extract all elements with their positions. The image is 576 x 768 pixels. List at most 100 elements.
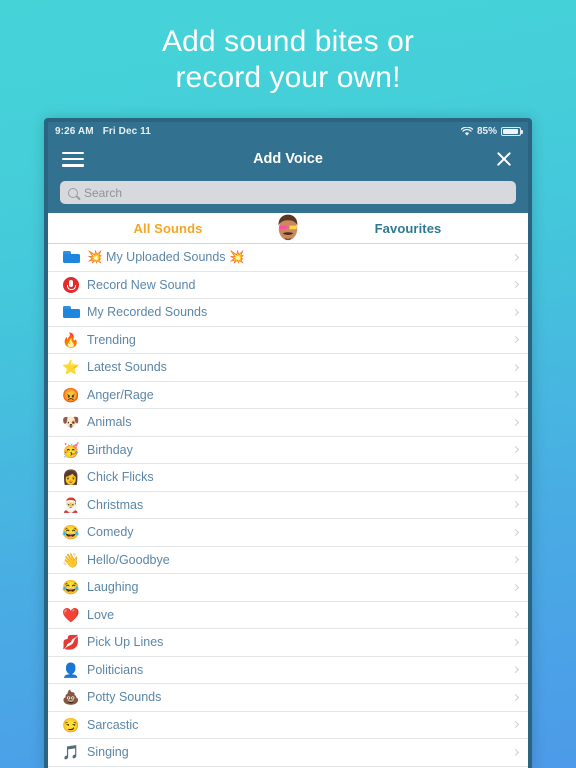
- list-item[interactable]: 🥳 Birthday: [48, 437, 528, 464]
- list-item[interactable]: ❤️ Love: [48, 602, 528, 629]
- list-item-label: Pick Up Lines: [87, 635, 164, 650]
- poop-emoji: 💩: [62, 689, 80, 706]
- folder-icon: [60, 251, 82, 264]
- chevron-right-icon: [511, 446, 520, 454]
- woman-emoji: 👩: [62, 469, 80, 486]
- list-item[interactable]: 🐶 Animals: [48, 409, 528, 437]
- status-bar-left: 9:26 AM Fri Dec 11: [55, 126, 151, 137]
- device-frame: 9:26 AM Fri Dec 11 85% Add Voice Search …: [44, 118, 532, 768]
- microphone-icon: [60, 276, 82, 293]
- user-avatar[interactable]: [275, 213, 301, 243]
- chevron-right-icon: [511, 666, 520, 674]
- kiss-mark-emoji: 💋: [62, 634, 80, 651]
- battery-icon: [501, 126, 523, 136]
- party-face-emoji: 🥳: [62, 441, 80, 458]
- chevron-right-icon: [511, 528, 520, 536]
- list-item[interactable]: 💩 Potty Sounds: [48, 684, 528, 712]
- list-item[interactable]: Record New Sound: [48, 272, 528, 299]
- joy-face-emoji: 😂: [62, 579, 80, 596]
- chevron-right-icon: [511, 611, 520, 619]
- sound-category-list: 💥 My Uploaded Sounds 💥 Record New Sound …: [48, 244, 528, 767]
- chevron-right-icon: [511, 363, 520, 371]
- search-bar[interactable]: [60, 181, 516, 204]
- search-icon: [68, 187, 78, 198]
- list-item[interactable]: 💥 My Uploaded Sounds 💥: [48, 244, 528, 272]
- list-item-label: Politicians: [87, 662, 144, 677]
- list-item-label: My Recorded Sounds: [87, 305, 208, 320]
- list-item-label: Record New Sound: [87, 277, 196, 292]
- list-item-label: Singing: [87, 745, 129, 760]
- waving-hand-emoji: 👋: [62, 551, 80, 568]
- heart-emoji: ❤️: [62, 606, 80, 623]
- list-item-label: Trending: [87, 332, 136, 347]
- chevron-right-icon: [511, 336, 520, 344]
- bust-silhouette-emoji: 👤: [62, 661, 80, 678]
- list-item-label: Latest Sounds: [87, 360, 167, 375]
- list-item[interactable]: 👋 Hello/Goodbye: [48, 547, 528, 574]
- list-item[interactable]: 😂 Laughing: [48, 574, 528, 602]
- list-item-label: 💥 My Uploaded Sounds 💥: [87, 249, 245, 264]
- list-item-label: Sarcastic: [87, 717, 139, 732]
- list-item-label: Birthday: [87, 442, 133, 457]
- chevron-right-icon: [511, 583, 520, 591]
- chevron-right-icon: [511, 418, 520, 426]
- list-item-label: Christmas: [87, 497, 144, 512]
- page-title: Add Voice: [253, 151, 323, 167]
- list-item-label: Animals: [87, 415, 132, 430]
- list-item[interactable]: 🎵 Singing: [48, 739, 528, 767]
- tab-favourites[interactable]: Favourites: [288, 221, 528, 236]
- list-item[interactable]: ⭐ Latest Sounds: [48, 354, 528, 382]
- list-item-label: Hello/Goodbye: [87, 552, 170, 567]
- status-time: 9:26 AM: [55, 125, 94, 137]
- tab-bar: All Sounds Favourites: [48, 213, 528, 244]
- star-emoji: ⭐: [62, 359, 80, 376]
- fire-emoji: 🔥: [62, 331, 80, 348]
- list-item[interactable]: 🔥 Trending: [48, 327, 528, 354]
- chevron-right-icon: [511, 556, 520, 564]
- angry-face-emoji: 😡: [62, 386, 80, 403]
- close-icon[interactable]: [494, 149, 514, 169]
- search-input[interactable]: [84, 185, 508, 200]
- list-item-label: Laughing: [87, 580, 139, 595]
- list-item-label: Anger/Rage: [87, 387, 154, 402]
- smirk-face-emoji: 😏: [62, 716, 80, 733]
- list-item-label: Love: [87, 607, 115, 622]
- tab-all-sounds[interactable]: All Sounds: [48, 221, 288, 236]
- list-item[interactable]: 🎅 Christmas: [48, 492, 528, 519]
- wifi-icon: [460, 126, 473, 136]
- status-date: Fri Dec 11: [102, 125, 151, 137]
- list-item[interactable]: 😏 Sarcastic: [48, 712, 528, 739]
- list-item[interactable]: My Recorded Sounds: [48, 299, 528, 327]
- chevron-right-icon: [511, 748, 520, 756]
- status-bar: 9:26 AM Fri Dec 11 85%: [48, 122, 528, 140]
- list-item[interactable]: 👤 Politicians: [48, 657, 528, 684]
- promo-headline: Add sound bites or record your own!: [0, 24, 576, 96]
- list-item[interactable]: 😡 Anger/Rage: [48, 382, 528, 409]
- battery-percent-label: 85%: [476, 125, 497, 137]
- music-note-emoji: 🎵: [62, 744, 80, 761]
- joy-face-emoji: 😂: [62, 524, 80, 541]
- list-item[interactable]: 😂 Comedy: [48, 519, 528, 547]
- search-bar-container: [48, 178, 528, 213]
- chevron-right-icon: [511, 721, 520, 729]
- chevron-right-icon: [511, 473, 520, 481]
- chevron-right-icon: [511, 253, 520, 261]
- device-screen: 9:26 AM Fri Dec 11 85% Add Voice Search …: [48, 122, 528, 768]
- headline-line-1: Add sound bites or: [162, 25, 414, 58]
- chevron-right-icon: [511, 693, 520, 701]
- list-item-label: Chick Flicks: [87, 470, 154, 485]
- santa-emoji: 🎅: [62, 496, 80, 513]
- dog-face-emoji: 🐶: [62, 414, 80, 431]
- chevron-right-icon: [511, 638, 520, 646]
- hamburger-menu-icon[interactable]: [62, 151, 84, 167]
- headline-line-2: record your own!: [175, 61, 401, 94]
- list-item[interactable]: 👩 Chick Flicks: [48, 464, 528, 492]
- chevron-right-icon: [511, 501, 520, 509]
- chevron-right-icon: [511, 308, 520, 316]
- chevron-right-icon: [511, 281, 520, 289]
- list-item-label: Comedy: [87, 525, 134, 540]
- folder-icon: [60, 306, 82, 319]
- list-item[interactable]: 💋 Pick Up Lines: [48, 629, 528, 657]
- list-item-label: Potty Sounds: [87, 690, 162, 705]
- navigation-bar: Add Voice: [48, 140, 528, 178]
